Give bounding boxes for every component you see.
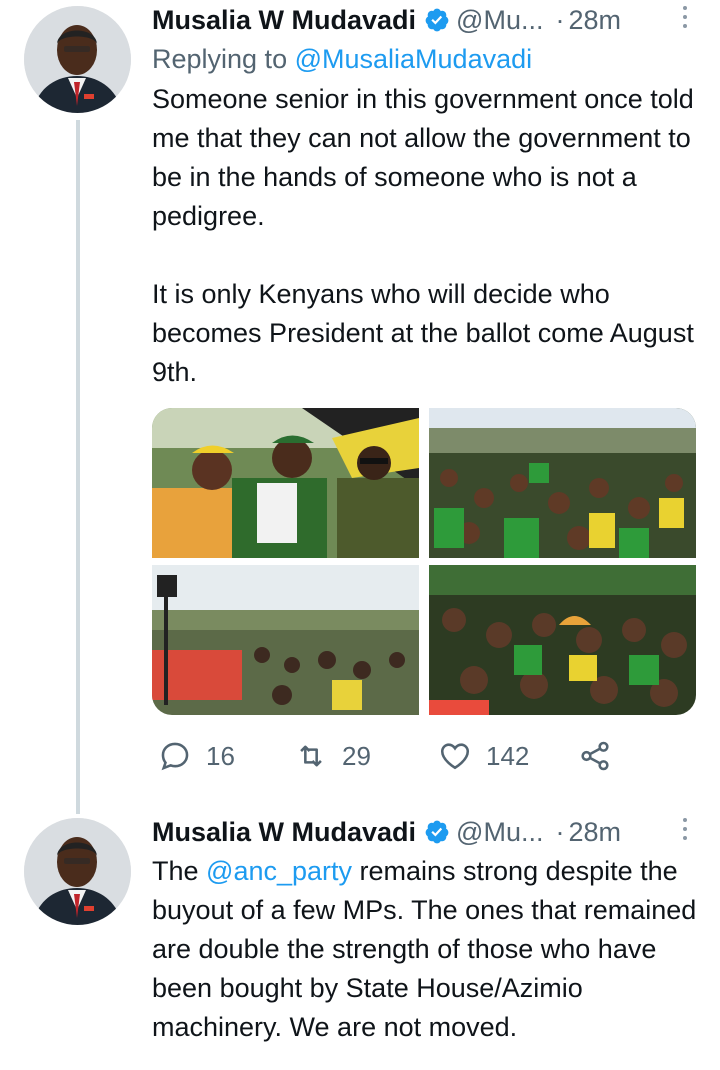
media-photo-1[interactable] — [152, 408, 419, 558]
retweet-count: 29 — [342, 740, 371, 771]
tweet-text: Someone senior in this government once t… — [152, 84, 694, 387]
reply-button[interactable]: 16 — [158, 732, 235, 780]
more-vertical-icon[interactable] — [682, 818, 688, 842]
thread-connector-line — [76, 120, 80, 814]
media-grid — [152, 408, 696, 715]
avatar[interactable] — [24, 818, 131, 925]
reply-icon — [161, 742, 189, 771]
tweet-timestamp[interactable]: 28m — [568, 5, 621, 36]
tweet-text: The @anc_party remains strong despite th… — [152, 852, 698, 1047]
like-count: 142 — [486, 740, 530, 771]
retweet-button[interactable]: 29 — [294, 732, 371, 780]
verified-badge-icon — [425, 8, 449, 32]
media-photo-3[interactable] — [152, 565, 419, 715]
author-handle[interactable]: @Mu... — [456, 817, 543, 848]
verified-badge-icon — [425, 820, 449, 844]
tweet-header: Musalia W Mudavadi @Mu... · 28m — [152, 0, 698, 40]
separator-dot: · — [555, 4, 565, 35]
replying-to: Replying to @MusaliaMudavadi — [152, 40, 698, 78]
replying-to-handle-link[interactable]: @MusaliaMudavadi — [295, 44, 533, 74]
heart-icon — [440, 743, 470, 770]
tweet-timestamp[interactable]: 28m — [568, 817, 621, 848]
more-vertical-icon[interactable] — [682, 6, 688, 30]
reply-count: 16 — [206, 740, 235, 771]
tweet-actions: 16 29 142 — [152, 732, 696, 780]
share-icon — [581, 741, 609, 771]
media-photo-4[interactable] — [429, 565, 696, 715]
avatar[interactable] — [24, 6, 131, 113]
tweet[interactable]: Musalia W Mudavadi @Mu... · 28m The @anc… — [0, 800, 720, 1070]
tweet[interactable]: Musalia W Mudavadi @Mu... · 28m Replying… — [0, 0, 720, 814]
author-name[interactable]: Musalia W Mudavadi — [152, 5, 416, 36]
author-name[interactable]: Musalia W Mudavadi — [152, 817, 416, 848]
author-handle[interactable]: @Mu... — [456, 5, 543, 36]
tweet-header: Musalia W Mudavadi @Mu... · 28m — [152, 812, 698, 852]
media-photo-2[interactable] — [429, 408, 696, 558]
retweet-icon — [300, 745, 322, 767]
mention-link[interactable]: @anc_party — [206, 856, 352, 886]
replying-to-label: Replying to — [152, 44, 288, 74]
tweet-text-part: The — [152, 856, 207, 886]
separator-dot: · — [555, 816, 565, 847]
like-button[interactable]: 142 — [438, 732, 529, 780]
share-button[interactable] — [578, 732, 626, 780]
